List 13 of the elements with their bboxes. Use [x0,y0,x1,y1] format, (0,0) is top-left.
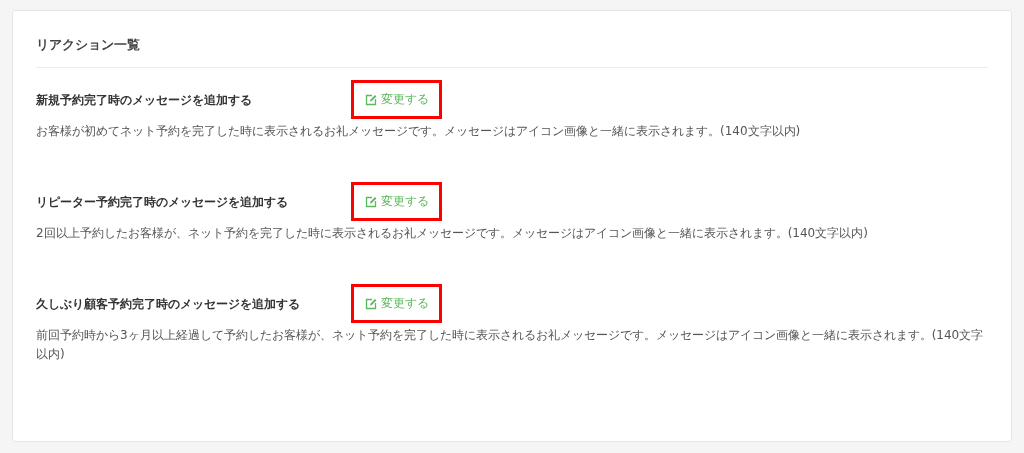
panel-title: リアクション一覧 [36,37,988,68]
reaction-title: 久しぶり顧客予約完了時のメッセージを追加する [36,295,301,313]
edit-icon [365,93,377,106]
edit-link[interactable]: 変更する [351,79,442,120]
reaction-description: 2回以上予約したお客様が、ネット予約を完了した時に表示されるお礼メッセージです。メッセージはアイコン画像と一緒に表示されます。(140文字以内) [36,224,869,242]
edit-link[interactable]: 変更する [351,181,442,222]
reaction-title: リピーター予約完了時のメッセージを追加する [36,193,289,211]
reaction-description: 前回予約時から3ヶ月以上経過して予約したお客様が、ネット予約を完了した時に表示されるお礼メッセージです。メッセージはアイコン画像と一緒に表示されます。(140文字以内) [36,326,985,363]
reaction-title: 新規予約完了時のメッセージを追加する [36,91,253,109]
edit-link[interactable]: 変更する [351,283,442,324]
edit-icon [365,297,377,310]
edit-icon [365,195,377,208]
reaction-description: お客様が初めてネット予約を完了した時に表示されるお礼メッセージです。メッセージはアイコン画像と一緒に表示されます。(140文字以内) [36,122,802,140]
